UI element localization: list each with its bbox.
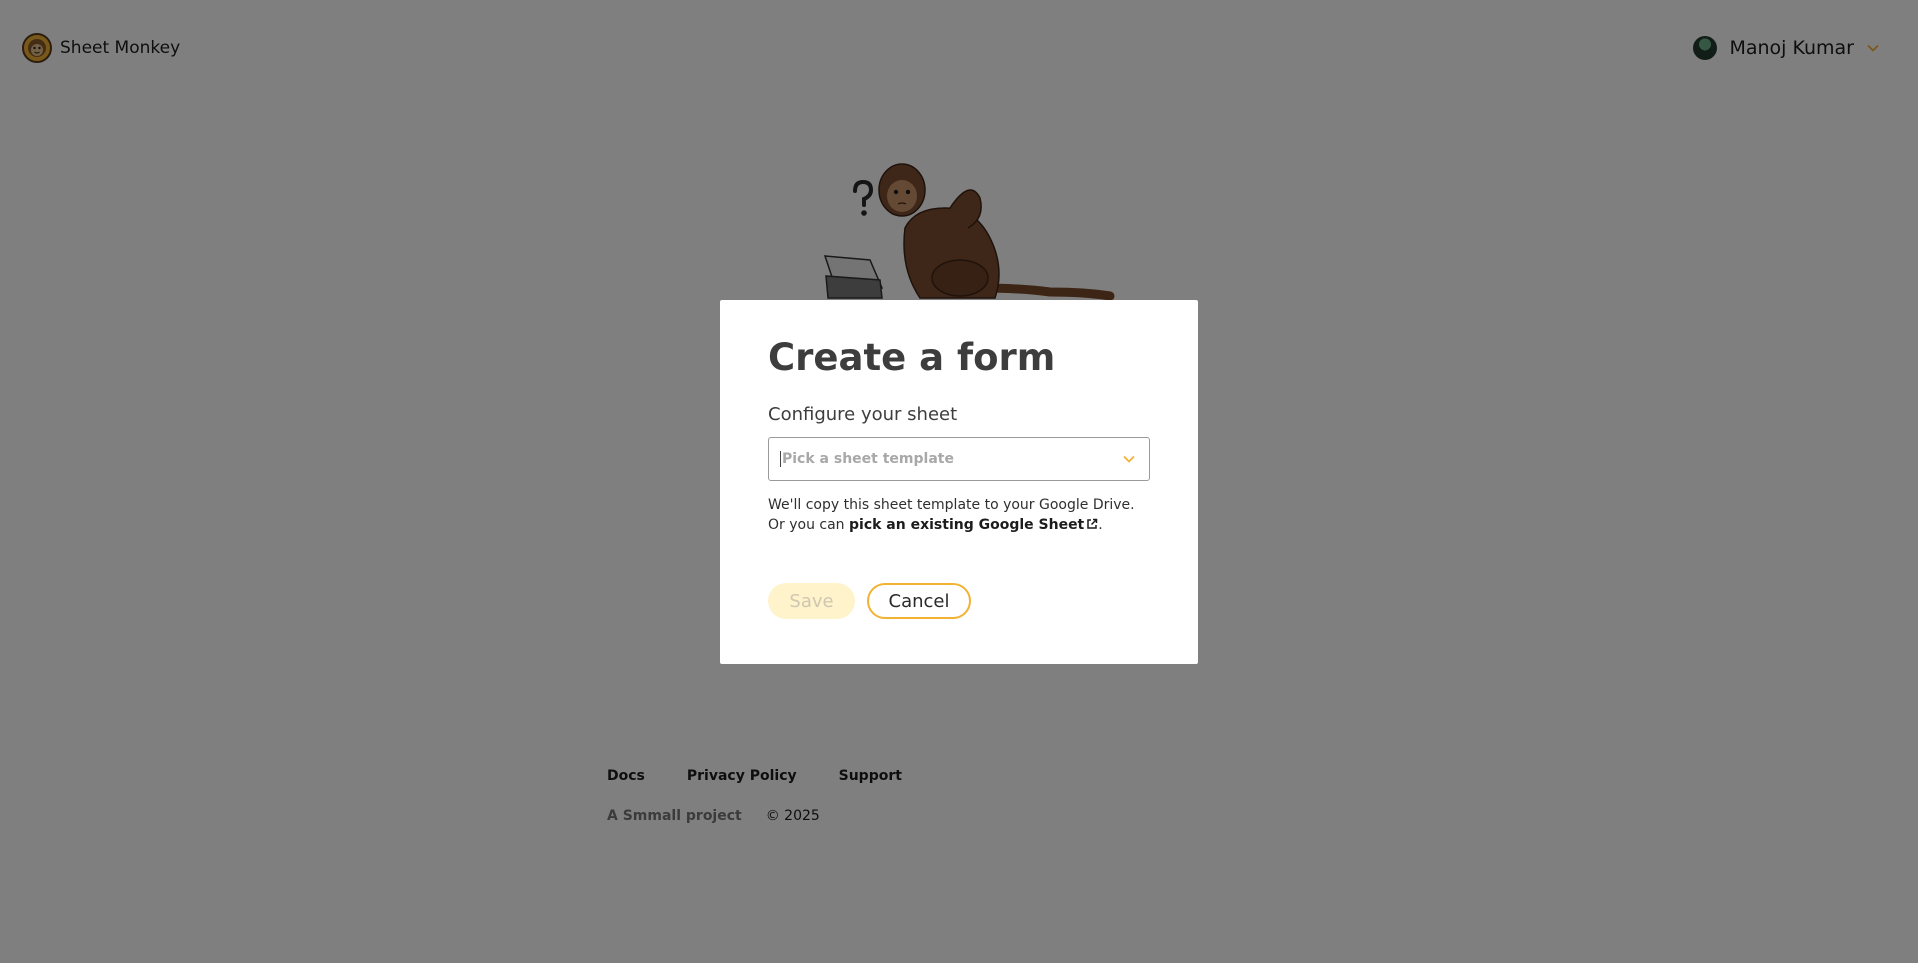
chevron-down-icon	[1123, 456, 1135, 464]
page: Sheet Monkey Manoj Kumar	[0, 0, 1918, 963]
create-form-dialog: Create a form Configure your sheet Pick …	[720, 300, 1198, 664]
help-text-suffix: .	[1098, 517, 1103, 534]
cancel-button[interactable]: Cancel	[867, 583, 971, 620]
select-placeholder: Pick a sheet template	[780, 451, 954, 468]
save-button[interactable]: Save	[768, 583, 855, 620]
help-text: We'll copy this sheet template to your G…	[768, 495, 1152, 535]
dialog-buttons: Save Cancel	[768, 583, 1150, 620]
section-label: Configure your sheet	[768, 404, 958, 426]
help-link-label: pick an existing Google Sheet	[849, 517, 1085, 534]
sheet-template-select[interactable]: Pick a sheet template	[768, 437, 1150, 482]
dialog-title: Create a form	[768, 336, 1056, 379]
pick-existing-sheet-link[interactable]: pick an existing Google Sheet	[849, 517, 1098, 533]
external-link-icon	[1087, 519, 1098, 530]
